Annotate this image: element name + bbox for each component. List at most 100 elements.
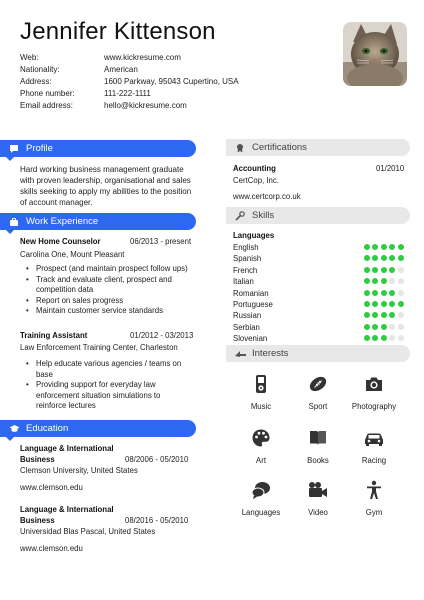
graduation-cap-icon: [8, 423, 20, 435]
interests-section-header: Interests: [226, 345, 410, 362]
certification-issuer: CertCop, Inc.: [233, 176, 279, 185]
level-dot-filled: [364, 301, 370, 307]
level-dot-empty: [389, 323, 396, 330]
language-row: Slovenian: [233, 334, 408, 345]
list-item: Providing support for everyday law enfor…: [24, 380, 192, 412]
work-section-title: Work Experience: [26, 216, 99, 227]
language-level: [364, 278, 404, 285]
contact-label: Nationality:: [20, 65, 60, 74]
language-level: [364, 335, 404, 342]
contact-value: American: [104, 65, 138, 74]
level-dot-filled: [389, 312, 396, 319]
contact-value: 111-222-1111: [104, 89, 151, 98]
language-level: [364, 301, 404, 307]
briefcase-icon: [8, 216, 20, 228]
degree-title: Language & International: [20, 505, 114, 514]
interest-label: Languages: [241, 508, 281, 517]
work-section-header: Work Experience: [0, 213, 196, 234]
language-row: Spanish: [233, 254, 408, 265]
level-dot-filled: [380, 301, 387, 307]
language-name: Slovenian: [233, 334, 268, 344]
school-website[interactable]: www.clemson.edu: [20, 544, 83, 553]
level-dot-filled: [364, 335, 370, 342]
list-item: Track and evaluate client, prospect and …: [24, 275, 196, 296]
camera-icon: [366, 377, 382, 391]
level-dot-filled: [364, 255, 370, 262]
level-dot-filled: [389, 244, 396, 250]
degree-date: 08/2006 - 05/2010: [125, 455, 189, 464]
level-dot-filled: [372, 278, 379, 285]
interests-section-title: Interests: [252, 348, 289, 359]
level-dot-filled: [372, 255, 379, 262]
profile-section-title: Profile: [26, 143, 53, 154]
level-dot-empty: [389, 335, 396, 342]
contact-label: Phone number:: [20, 89, 75, 98]
level-dot-filled: [389, 301, 396, 307]
interest-art: Art: [231, 428, 291, 465]
job-employer: Law Enforcement Training Center, Charles…: [20, 343, 178, 352]
interest-label: Racing: [361, 456, 387, 465]
palette-icon: [252, 429, 270, 447]
school-website[interactable]: www.clemson.edu: [20, 483, 83, 492]
level-dot-empty: [397, 312, 404, 319]
interest-racing: Racing: [344, 428, 404, 465]
contact-row: Address: 1600 Parkway, 95043 Cupertino, U…: [20, 76, 239, 88]
language-row: Serbian: [233, 323, 408, 334]
interest-music: Music: [231, 374, 291, 411]
job-date: 01/2012 - 03/2013: [130, 331, 194, 340]
contact-label: Email address:: [20, 101, 73, 110]
level-dot-filled: [380, 312, 387, 319]
interest-label: Art: [256, 456, 266, 465]
level-dot-filled: [372, 244, 379, 250]
level-dot-filled: [372, 301, 379, 307]
interests-icon: [234, 348, 246, 360]
job-title: New Home Counselor: [20, 237, 101, 246]
language-row: Russian: [233, 311, 408, 322]
language-level: [364, 289, 404, 296]
interest-video: Video: [288, 480, 348, 517]
language-row: Italian: [233, 277, 408, 288]
contact-row: Nationality: American: [20, 64, 239, 76]
language-level: [364, 323, 404, 330]
language-name: Serbian: [233, 322, 260, 332]
level-dot-filled: [364, 289, 370, 296]
level-dot-filled: [364, 244, 370, 250]
tools-icon: [234, 210, 246, 222]
interest-gym: Gym: [344, 480, 404, 517]
language-row: French: [233, 266, 408, 277]
language-level: [364, 266, 404, 273]
interest-photography: Photography: [344, 374, 404, 411]
level-dot-filled: [364, 323, 370, 330]
interest-label: Photography: [351, 402, 397, 411]
interest-books: Books: [288, 428, 348, 465]
language-level: [364, 255, 404, 262]
contact-value: 1600 Parkway, 95043 Cupertino, USA: [104, 77, 239, 86]
level-dot-empty: [397, 323, 404, 330]
certification-website[interactable]: www.certcorp.co.uk: [233, 192, 301, 201]
degree-title: Business: [20, 455, 55, 464]
interest-label: Music: [250, 402, 272, 411]
degree-school: Universidad Blas Pascal, United States: [20, 527, 156, 536]
contact-row: Email address: hello@kickresume.com: [20, 100, 239, 112]
contact-value-web[interactable]: www.kickresume.com: [104, 52, 181, 64]
level-dot-empty: [389, 278, 396, 285]
level-dot-filled: [397, 301, 404, 307]
skills-section-title: Skills: [252, 210, 275, 221]
level-dot-filled: [380, 335, 387, 342]
education-section-title: Education: [26, 423, 69, 434]
ipod-icon: [256, 375, 266, 393]
level-dot-filled: [380, 266, 387, 273]
level-dot-filled: [372, 266, 379, 273]
level-dot-filled: [380, 289, 387, 296]
language-row: Portuguese: [233, 300, 408, 311]
person-icon: [367, 480, 381, 499]
job-bullets: Prospect (and maintain prospect follow u…: [24, 264, 196, 317]
list-item: Help educate various agencies / teams on…: [24, 359, 192, 380]
level-dot-filled: [380, 323, 387, 330]
interest-label: Sport: [308, 402, 328, 411]
degree-title: Language & International: [20, 444, 114, 453]
interest-label: Video: [308, 508, 328, 517]
level-dot-filled: [364, 266, 370, 273]
contact-row: Web: www.kickresume.com: [20, 52, 239, 64]
contact-value-email[interactable]: hello@kickresume.com: [104, 100, 187, 112]
